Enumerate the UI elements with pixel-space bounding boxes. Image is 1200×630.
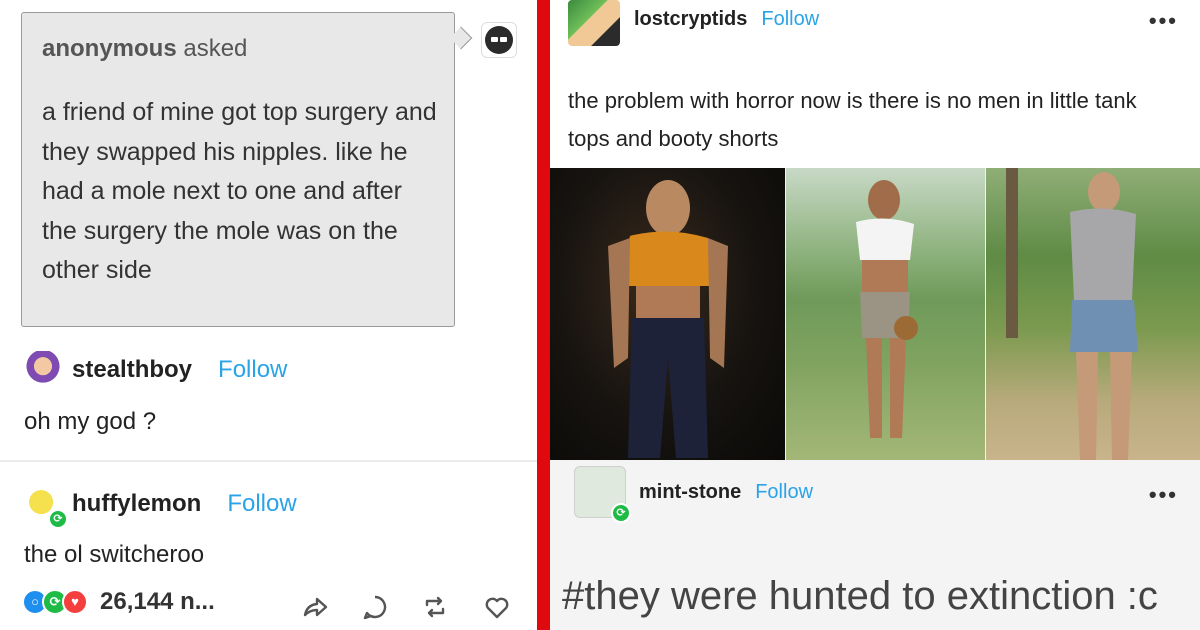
avatar[interactable] <box>568 0 620 46</box>
reply-icon[interactable] <box>358 590 392 624</box>
follow-button[interactable]: Follow <box>218 356 287 384</box>
username[interactable]: lostcryptids <box>634 8 747 31</box>
post-footer: ○ ⟳ ♥ 26,144 n... <box>22 588 215 616</box>
reblog-badge-icon: ⟳ <box>611 503 631 523</box>
username[interactable]: huffylemon <box>72 490 201 518</box>
notes-count[interactable]: 26,144 n... <box>100 588 215 616</box>
anonymous-sunglasses-icon <box>485 26 513 54</box>
ask-box: anonymous asked a friend of mine got top… <box>21 12 455 327</box>
username[interactable]: stealthboy <box>72 356 192 384</box>
reblog-text: oh my god ? <box>24 408 157 435</box>
photo-grey-usc-shirt[interactable] <box>986 168 1200 460</box>
reblog-text: the ol switcheroo <box>24 541 205 568</box>
post-text: the problem with horror now is there is … <box>568 88 1137 151</box>
op-header: lostcryptids Follow <box>634 8 819 31</box>
more-options-icon[interactable]: ••• <box>1149 482 1178 508</box>
reblog-header-huffylemon: ⟳ huffylemon Follow <box>24 485 297 529</box>
like-icon[interactable] <box>480 590 514 624</box>
asker-name[interactable]: anonymous <box>42 35 177 62</box>
reblog-icon[interactable] <box>418 590 452 624</box>
notes-icons[interactable]: ○ ⟳ ♥ <box>22 589 88 615</box>
ask-body: a friend of mine got top surgery and the… <box>42 98 437 284</box>
photo-baseball-field[interactable] <box>785 168 986 460</box>
reblog-badge-icon: ⟳ <box>48 509 68 529</box>
right-post: lostcryptids Follow ••• the problem with… <box>550 0 1200 630</box>
more-options-icon[interactable]: ••• <box>1149 8 1178 34</box>
avatar[interactable]: ⟳ <box>574 466 631 523</box>
anonymous-avatar <box>481 22 517 58</box>
photo-dark-orange-crop-top[interactable] <box>550 168 785 460</box>
asked-label: asked <box>183 35 248 62</box>
avatar[interactable] <box>24 351 62 389</box>
follow-button[interactable]: Follow <box>755 481 813 504</box>
username[interactable]: mint-stone <box>639 481 741 504</box>
follow-button[interactable]: Follow <box>761 8 819 31</box>
divider-line <box>0 460 537 462</box>
follow-button[interactable]: Follow <box>227 490 296 518</box>
reblog-header-stealthboy: stealthboy Follow <box>24 351 287 389</box>
avatar[interactable]: ⟳ <box>24 485 68 529</box>
photo-set[interactable] <box>550 168 1200 460</box>
share-icon[interactable] <box>298 590 332 624</box>
ask-header: anonymous asked <box>42 35 247 63</box>
left-post: anonymous asked a friend of mine got top… <box>0 0 537 630</box>
red-divider <box>537 0 550 630</box>
reblog-header-mint-stone: mint-stone Follow <box>639 481 813 504</box>
post-tag[interactable]: #they were hunted to extinction :c <box>562 574 1158 619</box>
notes-like-icon: ♥ <box>62 589 88 615</box>
